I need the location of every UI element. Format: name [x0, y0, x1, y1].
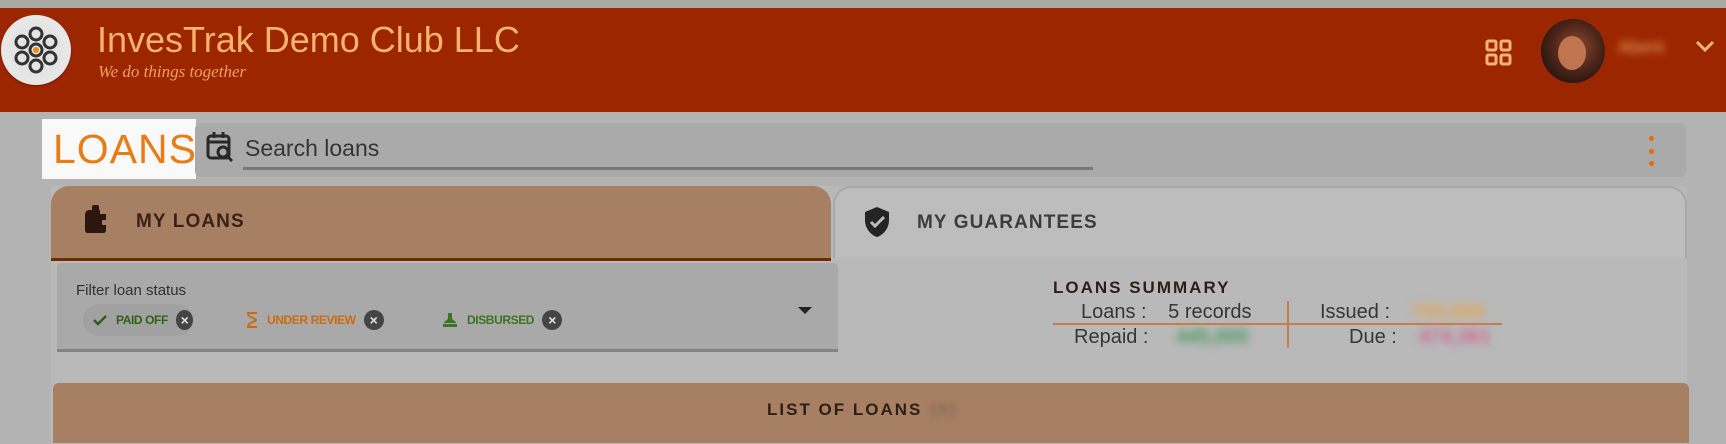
filter-label: Filter loan status — [76, 282, 187, 299]
app-header: InvesTrak Demo Club LLC We do things tog… — [0, 8, 1726, 112]
dropdown-arrow-icon[interactable] — [796, 304, 814, 316]
chip-under-review[interactable]: UNDER REVIEW × — [246, 304, 384, 336]
due-label: Due : — [1349, 326, 1397, 348]
list-title: LIST OF LOANS (5) — [767, 400, 957, 420]
page-title: LOANS — [42, 119, 196, 179]
loans-count-row: Loans : 5 records — [1081, 301, 1252, 324]
tab-label-my-loans: MY LOANS — [136, 211, 245, 232]
shield-check-icon — [865, 207, 889, 237]
dot-icon — [1648, 148, 1654, 154]
loans-value: 5 records — [1168, 301, 1252, 323]
chip-paid-off[interactable]: PAID OFF × — [83, 304, 193, 336]
flower-logo-icon — [9, 23, 63, 77]
tab-my-loans[interactable]: MY LOANS — [51, 186, 831, 261]
grid-icon — [1485, 39, 1511, 65]
due-row: Due : 474,361 — [1349, 326, 1491, 349]
chevron-down-icon[interactable] — [1694, 38, 1716, 54]
calendar-search-icon — [206, 132, 234, 163]
repaid-row: Repaid : 445,000 — [1074, 326, 1248, 349]
more-options-button[interactable] — [1643, 136, 1659, 166]
list-title-label: LIST OF LOANS — [767, 400, 923, 419]
user-avatar[interactable] — [1541, 19, 1605, 83]
check-icon — [93, 314, 107, 326]
tab-my-guarantees[interactable]: MY GUARANTEES — [833, 186, 1687, 258]
chip-disbursed-label: DISBURSED — [467, 313, 535, 327]
summary-vertical-divider — [1287, 301, 1289, 348]
chip-under-review-label: UNDER REVIEW — [267, 313, 356, 327]
issued-value: 753,000 — [1411, 301, 1484, 323]
due-value: 474,361 — [1418, 326, 1491, 348]
issued-label: Issued : — [1320, 301, 1391, 323]
hourglass-icon — [246, 312, 258, 328]
organization-tagline: We do things together — [98, 62, 247, 81]
chip-disbursed[interactable]: DISBURSED × — [442, 304, 563, 336]
remove-chip-icon[interactable]: × — [175, 310, 193, 330]
issued-row: Issued : 753,000 — [1320, 301, 1484, 324]
top-border — [0, 0, 1726, 8]
repaid-value: 445,000 — [1176, 326, 1249, 348]
loans-label: Loans : — [1081, 301, 1147, 323]
loans-summary-title: LOANS SUMMARY — [1053, 278, 1231, 297]
loan-count-badge: (5) — [930, 400, 958, 419]
remove-chip-icon[interactable]: × — [542, 310, 563, 330]
club-logo[interactable] — [1, 15, 71, 85]
dot-icon — [1648, 161, 1654, 166]
chip-paid-off-label: PAID OFF — [116, 313, 168, 327]
apps-grid-button[interactable] — [1478, 32, 1518, 72]
user-name[interactable]: Abeni — [1618, 36, 1695, 58]
summary-horizontal-divider — [1053, 323, 1502, 325]
dot-icon — [1648, 136, 1654, 141]
repaid-label: Repaid : — [1074, 326, 1149, 348]
tab-label-my-guarantees: MY GUARANTEES — [917, 212, 1098, 233]
search-loans-input[interactable] — [243, 130, 1093, 170]
wallet-icon — [85, 205, 108, 233]
stamp-icon — [442, 312, 458, 329]
organization-title: InvesTrak Demo Club LLC — [97, 19, 520, 60]
remove-chip-icon[interactable]: × — [363, 310, 384, 330]
